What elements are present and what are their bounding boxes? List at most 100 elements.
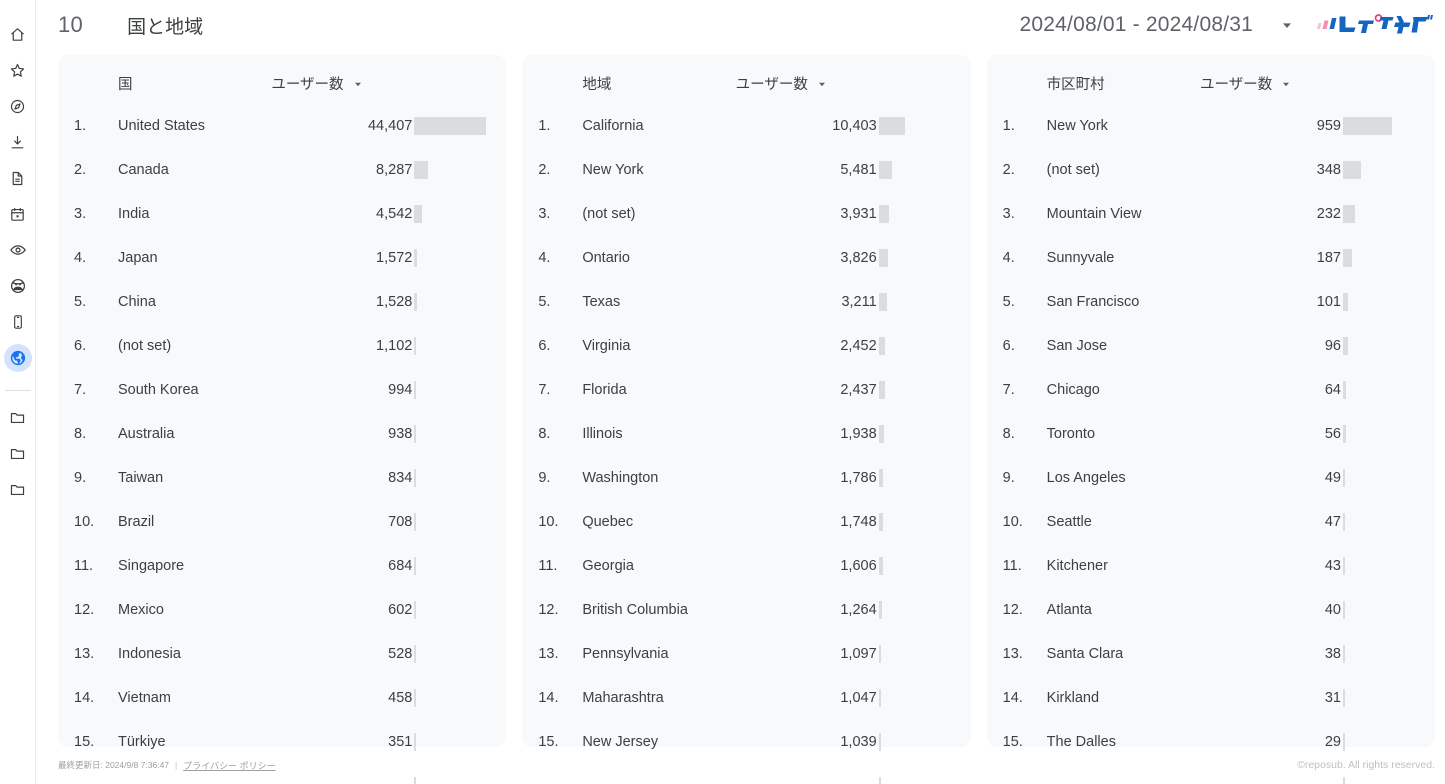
row-metric-cell: 3,931	[736, 192, 951, 236]
column-header-metric[interactable]: ユーザー数	[736, 69, 951, 104]
row-metric-cell: 43	[1200, 544, 1415, 588]
row-metric-cell: 4,542	[271, 192, 486, 236]
sort-descending-icon[interactable]	[816, 78, 828, 90]
row-metric-cell: 40	[1200, 588, 1415, 632]
region-table-card: 地域 ユーザー数 1. California 10,403 2. New Yor…	[522, 55, 971, 784]
row-metric-cell: 38	[1200, 632, 1415, 676]
row-metric-cell: 1,606	[736, 544, 951, 588]
row-metric-value: 959	[1316, 118, 1341, 134]
column-header-rank	[1003, 69, 1047, 104]
row-dimension-label: New York	[1046, 118, 1108, 134]
metric-wrapper: 64	[1200, 374, 1415, 406]
row-rank: 2.	[1002, 162, 1015, 178]
row-bar-track	[878, 161, 951, 179]
row-metric-value: 708	[388, 514, 413, 530]
table-row: 10. Quebec 1,748	[538, 500, 950, 544]
sidebar-item-explore[interactable]	[4, 92, 32, 120]
mobile-icon	[10, 314, 26, 330]
row-bar-fill	[878, 161, 893, 179]
metric-label: ユーザー数	[271, 77, 344, 93]
chevron-down-icon[interactable]	[1279, 17, 1295, 33]
row-metric-cell: 1,102	[271, 324, 486, 368]
metric-label: ユーザー数	[735, 77, 808, 93]
row-rank: 7.	[538, 382, 551, 398]
sidebar-item-users[interactable]	[4, 272, 32, 300]
row-metric-cell: 47	[1200, 500, 1415, 544]
column-header-metric[interactable]: ユーザー数	[1200, 69, 1415, 104]
row-bar-fill	[1342, 513, 1346, 531]
sidebar-item-views[interactable]	[4, 236, 32, 264]
row-bar-track	[878, 601, 951, 619]
row-dimension-label: (not set)	[1046, 162, 1100, 178]
row-rank: 3.	[74, 206, 87, 222]
table-row: 5. China 1,528	[74, 280, 486, 324]
metric-wrapper: 602	[271, 594, 486, 626]
row-bar-track	[414, 293, 486, 311]
row-rank: 10.	[538, 514, 559, 530]
sidebar-item-documents[interactable]	[4, 164, 32, 192]
metric-wrapper: 3,826	[736, 242, 951, 274]
row-bar-fill	[878, 337, 885, 355]
row-metric-cell: 2,437	[736, 368, 951, 412]
column-header-metric[interactable]: ユーザー数	[271, 69, 486, 104]
row-rank: 7.	[1002, 382, 1015, 398]
sidebar-item-folder-1[interactable]	[4, 403, 32, 431]
row-rank: 8.	[74, 426, 87, 442]
row-dimension-label: Quebec	[582, 514, 634, 530]
row-metric-cell: 938	[271, 412, 486, 456]
table-header: 市区町村 ユーザー数	[1003, 69, 1415, 104]
row-metric-value: 458	[388, 690, 413, 706]
row-dimension-label: Australia	[118, 426, 175, 442]
row-rank: 13.	[1002, 646, 1023, 662]
table-row: 12. Mexico 602	[74, 588, 486, 632]
sidebar-item-download[interactable]	[4, 128, 32, 156]
sort-descending-icon[interactable]	[352, 78, 364, 90]
table-row: 9. Taiwan 834	[74, 456, 486, 500]
row-rank: 4.	[538, 250, 551, 266]
row-bar-fill	[878, 777, 882, 784]
metric-wrapper: 1,748	[736, 506, 951, 538]
sort-descending-icon[interactable]	[1280, 78, 1292, 90]
row-rank: 9.	[74, 470, 87, 486]
row-metric-value: 56	[1324, 426, 1341, 442]
row-metric-value: 684	[388, 558, 413, 574]
row-metric-cell: 1,786	[736, 456, 951, 500]
table-row: 4. Ontario 3,826	[538, 236, 950, 280]
row-rank: 14.	[74, 690, 95, 706]
table-row: 7. South Korea 994	[74, 368, 486, 412]
country-table: 国 ユーザー数 1. United States 44,407 2. Canad…	[74, 69, 487, 784]
row-bar-track	[878, 381, 951, 399]
row-bar-track	[1342, 293, 1415, 311]
sidebar-item-favorites[interactable]	[4, 56, 32, 84]
date-range-selector[interactable]: 2024/08/01 - 2024/08/31	[1020, 13, 1253, 37]
privacy-policy-link[interactable]: プライバシー ポリシー	[183, 759, 275, 772]
footer-left: 最終更新日: 2024/9/8 7:36:47 | プライバシー ポリシー	[58, 759, 276, 772]
sidebar-item-mobile[interactable]	[4, 308, 32, 336]
folder-icon	[9, 409, 26, 426]
row-dimension-label: Illinois	[582, 426, 623, 442]
row-metric-cell: 1,528	[271, 280, 486, 324]
row-rank: 14.	[1002, 690, 1023, 706]
table-row: 7. Chicago 64	[1003, 368, 1415, 412]
row-metric-value: 38	[1324, 646, 1341, 662]
sidebar-item-home[interactable]	[4, 20, 32, 48]
column-header-dimension[interactable]: 市区町村	[1047, 69, 1200, 104]
folder-icon	[9, 445, 26, 462]
sidebar-item-geography[interactable]	[3, 344, 32, 372]
row-metric-value: 2,437	[840, 382, 877, 398]
metric-wrapper: 684	[271, 550, 486, 582]
row-metric-value: 1,047	[840, 690, 877, 706]
column-header-dimension[interactable]: 地域	[582, 69, 735, 104]
row-metric-value: 602	[388, 602, 413, 618]
table-row: 13. Santa Clara 38	[1003, 632, 1415, 676]
row-bar-track	[878, 249, 951, 267]
person-icon	[9, 277, 27, 295]
row-bar-fill	[414, 381, 417, 399]
sidebar-item-calendar[interactable]	[4, 200, 32, 228]
row-dimension-label: Kirkland	[1046, 690, 1100, 706]
sidebar-item-folder-2[interactable]	[4, 439, 32, 467]
column-header-dimension[interactable]: 国	[118, 69, 271, 104]
row-metric-cell: 1,264	[736, 588, 951, 632]
sidebar-item-folder-3[interactable]	[4, 475, 32, 503]
row-metric-value: 4,542	[376, 206, 413, 222]
